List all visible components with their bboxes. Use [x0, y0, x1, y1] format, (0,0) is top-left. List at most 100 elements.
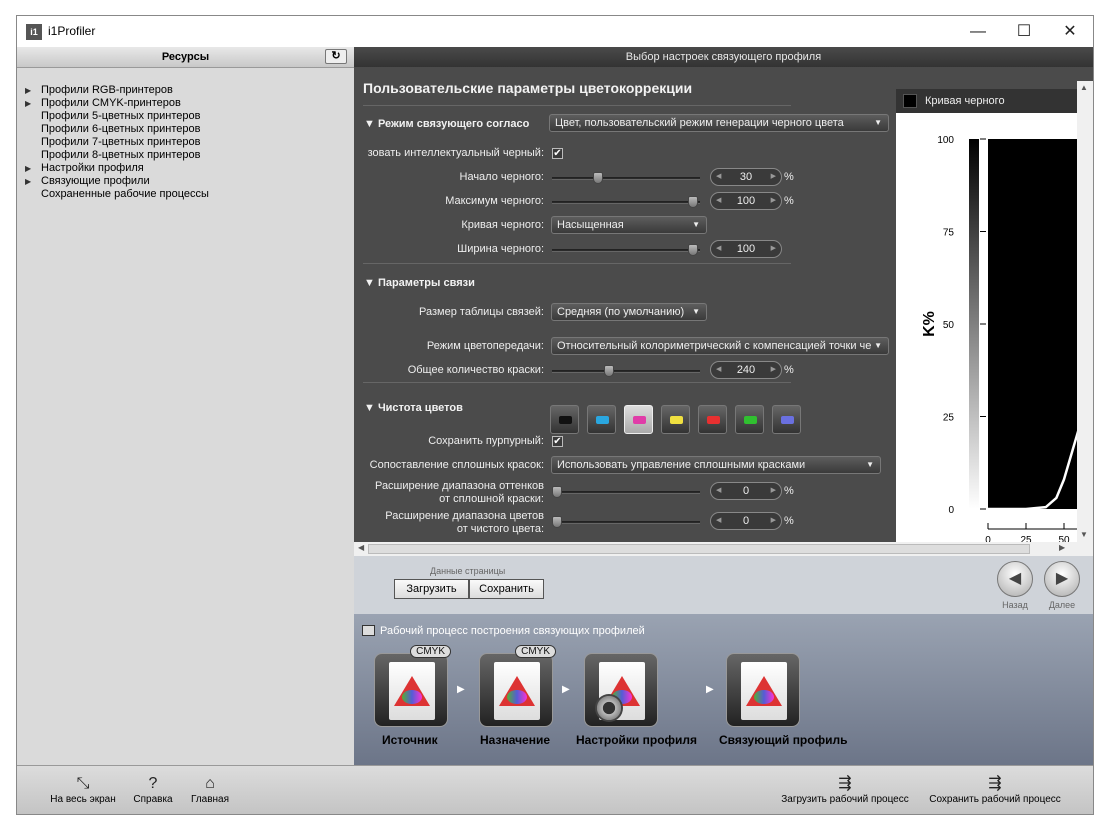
slider-thumb[interactable] [688, 196, 698, 208]
cmyk-badge: CMYK [515, 645, 556, 658]
black-width-field[interactable]: ◀ 100 ▶ [710, 240, 782, 258]
tree-item-label: Связующие профили [41, 175, 150, 187]
spot-map-dropdown[interactable]: Использовать управление сплошными краска… [551, 456, 881, 474]
total-ink-value: 240 [736, 364, 756, 376]
color-swatch-button[interactable] [735, 405, 764, 434]
maximize-button[interactable]: ☐ [1001, 16, 1047, 47]
divider [363, 105, 791, 106]
plot-area [988, 139, 1077, 509]
expand-arrow-icon[interactable]: ▶ [25, 162, 41, 175]
horizontal-scrollbar[interactable]: ◀ ▶ [354, 542, 1093, 556]
black-max-label: Максимум черного: [445, 195, 544, 207]
section-link-params[interactable]: ▼ Параметры связи [364, 277, 475, 289]
close-button[interactable]: ✕ [1047, 16, 1093, 47]
save-workflow-button[interactable]: ⇶ Сохранить рабочий процесс [923, 774, 1067, 805]
ink-icon [781, 416, 794, 424]
panel-header: Выбор настроек связующего профиля [354, 47, 1093, 67]
save-workflow-icon: ⇶ [988, 775, 1002, 792]
tree-item[interactable]: ▶ Профили CMYK-принтеров [25, 97, 354, 110]
workflow-step[interactable]: CMYK [479, 645, 556, 727]
refresh-icon[interactable]: ↻ [325, 49, 347, 64]
color-swatch-button[interactable] [587, 405, 616, 434]
settings-content: Пользовательские параметры цветокоррекци… [354, 67, 1093, 556]
help-icon: ? [148, 775, 158, 792]
back-button[interactable]: ◀ [997, 561, 1033, 597]
workflow-step-label: Связующий профиль [719, 733, 848, 747]
ink-icon [633, 416, 646, 424]
table-size-dropdown[interactable]: Средняя (по умолчанию) ▼ [551, 303, 707, 321]
total-ink-field[interactable]: ◀ 240 ▶ [710, 361, 782, 379]
workflow-step[interactable] [726, 653, 800, 727]
slider-thumb[interactable] [603, 365, 614, 377]
home-icon: ⌂ [205, 775, 215, 792]
workflow-step[interactable] [584, 653, 658, 727]
expand-arrow-icon[interactable]: ▶ [25, 175, 41, 188]
resources-header: Ресурсы ↻ [17, 47, 354, 68]
next-label: Далее [1048, 600, 1076, 610]
black-curve-chart: 100 75 50 25 0 K% 0 25 50 [921, 135, 1077, 542]
tree-item[interactable]: Сохраненные рабочие процессы [25, 188, 354, 201]
black-start-slider[interactable] [552, 172, 700, 184]
expand-arrow-icon[interactable]: ▶ [25, 84, 41, 97]
help-label: Справка [133, 794, 173, 805]
color-swatch-button[interactable] [550, 405, 579, 434]
total-ink-slider[interactable] [552, 365, 700, 377]
color-swatch-button[interactable] [624, 405, 653, 434]
fullscreen-icon: ⤡ [76, 775, 90, 792]
help-button[interactable]: ? Справка [130, 774, 176, 805]
slider-thumb[interactable] [552, 486, 562, 498]
tree-item[interactable]: ▶ Профили RGB-принтеров [25, 84, 354, 97]
scroll-up-icon[interactable]: ▲ [1080, 83, 1088, 92]
tree-item[interactable]: ▶ Настройки профиля [25, 162, 354, 175]
ext2-field[interactable]: ◀ 0 ▶ [710, 512, 782, 530]
render-mode-dropdown[interactable]: Относительный колориметрический с компен… [551, 337, 889, 355]
resources-panel: Ресурсы ↻ ▶ Профили RGB-принтеров ▶ Профили… [17, 47, 354, 765]
intel-black-checkbox[interactable]: ✔ [552, 148, 563, 159]
color-swatch-button[interactable] [661, 405, 690, 434]
y-tick-label: 50 [943, 320, 955, 331]
expand-arrow-icon[interactable]: ▶ [25, 97, 41, 110]
color-swatch-button[interactable] [698, 405, 727, 434]
black-curve-label: Кривая черного: [461, 219, 544, 231]
load-button[interactable]: Загрузить [394, 579, 469, 599]
color-swatch-button[interactable] [772, 405, 801, 434]
keep-magenta-checkbox[interactable]: ✔ [552, 436, 563, 447]
black-start-field[interactable]: ◀ 30 ▶ [710, 168, 782, 186]
section-link-mode[interactable]: ▼ Режим связующего согласо [364, 118, 529, 130]
scroll-left-icon[interactable]: ◀ [358, 543, 364, 552]
document-icon [494, 662, 540, 720]
black-max-slider[interactable] [552, 196, 700, 208]
ext1-field[interactable]: ◀ 0 ▶ [710, 482, 782, 500]
black-max-field[interactable]: ◀ 100 ▶ [710, 192, 782, 210]
fullscreen-button[interactable]: ⤡ На весь экран [49, 774, 117, 805]
tree-item[interactable]: ▶ Связующие профили [25, 175, 354, 188]
scroll-down-icon[interactable]: ▼ [1080, 530, 1088, 539]
ext2-slider[interactable] [552, 516, 700, 528]
scroll-thumb[interactable] [368, 544, 1030, 554]
next-button[interactable]: ▶ [1044, 561, 1080, 597]
slider-thumb[interactable] [552, 516, 562, 528]
black-curve-dropdown[interactable]: Насыщенная ▼ [551, 216, 707, 234]
tree-item[interactable]: Профили 5-цветных принтеров [25, 110, 354, 123]
tree-item[interactable]: Профили 7-цветных принтеров [25, 136, 354, 149]
vertical-scrollbar[interactable]: ▲ ▼ [1077, 81, 1093, 542]
black-width-slider[interactable] [552, 244, 700, 256]
black-start-value: 30 [739, 171, 753, 183]
load-workflow-button[interactable]: ⇶ Загрузить рабочий процесс [775, 774, 915, 805]
minimize-button[interactable]: — [955, 16, 1001, 47]
tree-item[interactable]: Профили 8-цветных принтеров [25, 149, 354, 162]
slider-thumb[interactable] [592, 172, 603, 184]
slider-thumb[interactable] [688, 244, 698, 256]
section-color-purity[interactable]: ▼ Чистота цветов [364, 402, 463, 414]
tree-item[interactable]: Профили 6-цветных принтеров [25, 123, 354, 136]
gear-icon [595, 694, 623, 722]
ext1-label-line1: Расширение диапазона оттенков [374, 480, 544, 492]
page-data-label: Данные страницы [430, 566, 506, 576]
scroll-right-icon[interactable]: ▶ [1059, 543, 1065, 552]
ext1-slider[interactable] [552, 486, 700, 498]
tree-item-label: Сохраненные рабочие процессы [41, 188, 209, 200]
save-button[interactable]: Сохранить [469, 579, 544, 599]
workflow-step[interactable]: CMYK [374, 645, 451, 727]
home-button[interactable]: ⌂ Главная [187, 774, 233, 805]
link-mode-dropdown[interactable]: Цвет, пользовательский режим генерации ч… [549, 114, 889, 132]
